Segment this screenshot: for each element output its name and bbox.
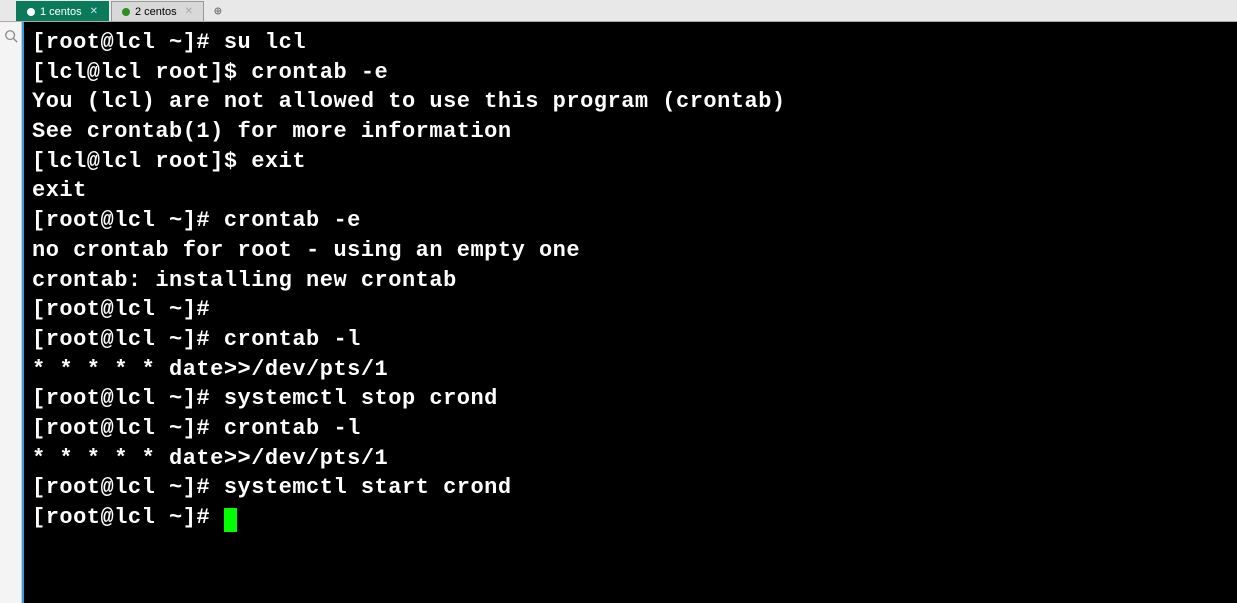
terminal-line: * * * * * date>>/dev/pts/1 xyxy=(32,446,388,471)
add-tab-button[interactable]: ⊕ xyxy=(206,1,230,21)
cursor-icon xyxy=(224,508,237,532)
terminal-line: [root@lcl ~]# crontab -l xyxy=(32,327,361,352)
terminal-line: [lcl@lcl root]$ exit xyxy=(32,149,306,174)
terminal-line: You (lcl) are not allowed to use this pr… xyxy=(32,89,786,114)
terminal-output[interactable]: [root@lcl ~]# su lcl [lcl@lcl root]$ cro… xyxy=(22,22,1237,603)
close-icon[interactable]: ✕ xyxy=(90,6,98,17)
close-icon[interactable]: ✕ xyxy=(185,6,193,17)
sidebar xyxy=(0,22,22,603)
terminal-line: [root@lcl ~]# crontab -e xyxy=(32,208,361,233)
terminal-line: [root@lcl ~]# xyxy=(32,297,224,322)
terminal-line: [root@lcl ~]# xyxy=(32,505,224,530)
tab-bar: 1 centos ✕ 2 centos ✕ ⊕ xyxy=(0,0,1237,22)
search-icon[interactable] xyxy=(3,28,19,44)
status-dot-icon xyxy=(122,8,130,16)
tab-centos-2[interactable]: 2 centos ✕ xyxy=(111,1,204,21)
terminal-line: [root@lcl ~]# systemctl start crond xyxy=(32,475,512,500)
terminal-line: [lcl@lcl root]$ crontab -e xyxy=(32,60,388,85)
terminal-line: [root@lcl ~]# systemctl stop crond xyxy=(32,386,498,411)
terminal-line: crontab: installing new crontab xyxy=(32,268,457,293)
terminal-line: exit xyxy=(32,178,87,203)
terminal-line: [root@lcl ~]# crontab -l xyxy=(32,416,361,441)
terminal-line: See crontab(1) for more information xyxy=(32,119,512,144)
terminal-line: no crontab for root - using an empty one xyxy=(32,238,580,263)
tab-label: 1 centos xyxy=(40,6,82,18)
terminal-line: [root@lcl ~]# su lcl xyxy=(32,30,306,55)
tab-centos-1[interactable]: 1 centos ✕ xyxy=(16,1,109,21)
terminal-line: * * * * * date>>/dev/pts/1 xyxy=(32,357,388,382)
status-dot-icon xyxy=(27,8,35,16)
tab-label: 2 centos xyxy=(135,6,177,18)
